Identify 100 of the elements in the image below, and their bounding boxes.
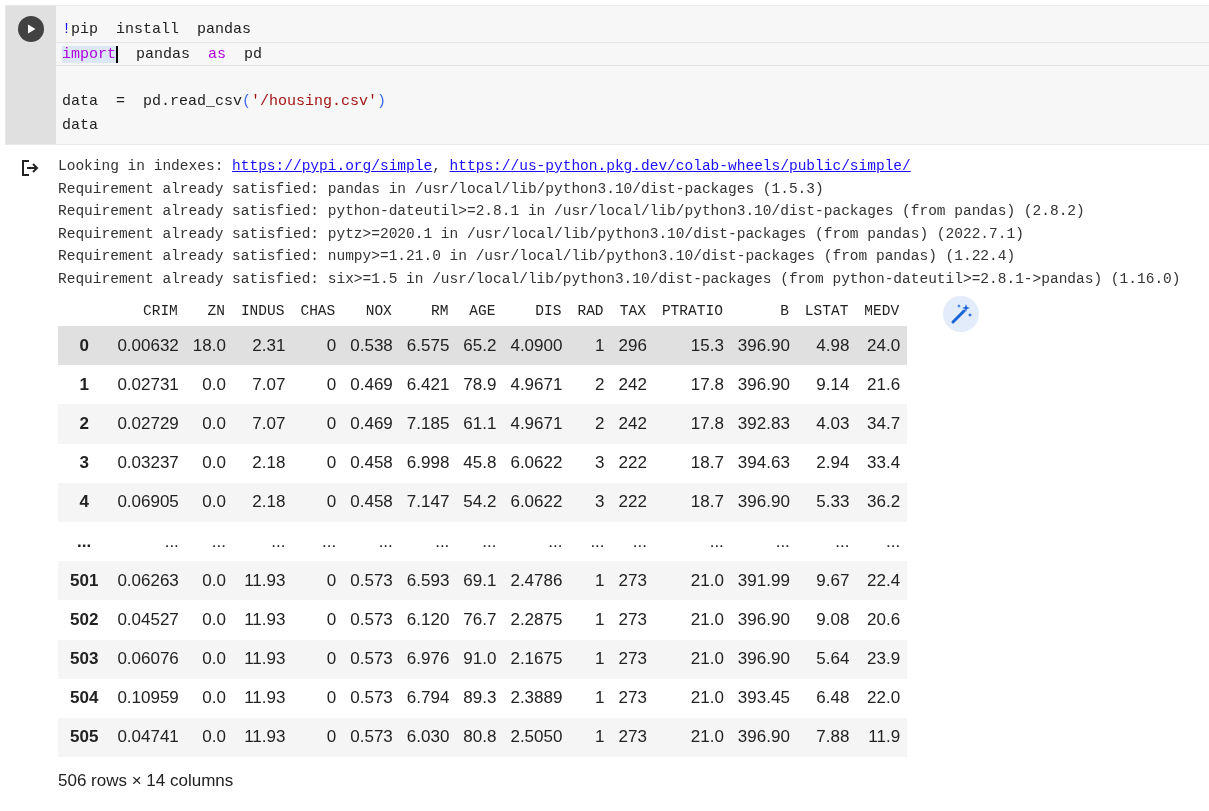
table-cell: 396.90	[730, 326, 797, 366]
column-header: RM	[399, 296, 457, 326]
table-cell: 0.573	[343, 678, 400, 718]
table-cell: 396.90	[730, 600, 797, 640]
table-cell: 0.458	[343, 443, 400, 483]
table-cell: ...	[232, 521, 293, 562]
table-cell: 2.1675	[503, 639, 570, 679]
table-cell: 391.99	[730, 561, 797, 601]
table-cell: 396.90	[730, 639, 797, 679]
table-cell: 392.83	[730, 404, 797, 444]
table-cell: 22.4	[856, 561, 908, 601]
table-cell: 22.0	[856, 678, 908, 718]
table-cell: 1	[569, 639, 612, 679]
table-cell: 0	[292, 443, 344, 483]
row-index: 1	[58, 365, 111, 405]
row-index: 503	[58, 639, 111, 679]
output-line: Requirement already satisfied: six>=1.5 in /usr/local/lib/python3.10/dist-packages (from python-dateutil>=2.8.1->pandas) (1.16.0)	[58, 269, 1181, 289]
table-cell: 6.0622	[503, 482, 570, 522]
magic-wand-button[interactable]	[943, 296, 980, 332]
table-cell: 78.9	[456, 365, 504, 405]
table-cell: 6.48	[796, 678, 857, 718]
table-cell: 7.88	[796, 717, 857, 758]
table-cell: 76.7	[456, 600, 504, 640]
column-header: DIS	[503, 296, 570, 326]
table-cell: 0.0	[185, 404, 233, 444]
table-cell: 0.06263	[110, 561, 186, 601]
row-index: ...	[58, 521, 111, 562]
table-cell: 2.3889	[503, 678, 570, 718]
column-header: TAX	[611, 296, 654, 326]
table-cell: 273	[611, 600, 654, 640]
table-cell: 0	[292, 326, 344, 366]
code-cell[interactable]: !pip install pandas import pandas as pd data = pd.read_csv('/housing.csv') data	[5, 5, 1209, 145]
table-cell: 0.0	[185, 678, 233, 718]
column-header: CHAS	[292, 296, 344, 326]
table-cell: 0	[292, 482, 344, 522]
link[interactable]: https://pypi.org/simple	[232, 158, 433, 174]
table-cell: 18.0	[185, 326, 233, 366]
table-cell: 69.1	[456, 561, 504, 601]
table-cell: 0.10959	[110, 678, 186, 718]
table-cell: 6.421	[399, 365, 457, 405]
table-cell: 222	[611, 443, 654, 483]
table-cell: 3	[569, 482, 612, 522]
table-cell: 2.94	[796, 443, 857, 483]
table-summary: 506 rows × 14 columns	[58, 771, 234, 792]
table-cell: 61.1	[456, 404, 504, 444]
table-cell: 0	[292, 678, 344, 718]
column-header: ZN	[185, 296, 233, 326]
table-cell: ...	[399, 521, 457, 562]
table-cell: 0.573	[343, 561, 400, 601]
row-index: 2	[58, 404, 111, 444]
table-cell: 21.6	[856, 365, 908, 405]
row-index: 3	[58, 443, 111, 483]
column-header: AGE	[456, 296, 504, 326]
code-line: data	[62, 117, 98, 134]
table-cell: 396.90	[730, 482, 797, 522]
column-header: PTRATIO	[653, 296, 731, 326]
table-cell: 21.0	[653, 600, 731, 640]
row-index: 4	[58, 482, 111, 522]
table-cell: 9.67	[796, 561, 857, 601]
output-line: Looking in indexes: https://pypi.org/simple, https://us-python.pkg.dev/colab-wheels/public/simple/	[58, 157, 912, 176]
table-cell: ...	[503, 521, 570, 562]
output-line: Requirement already satisfied: pandas in /usr/local/lib/python3.10/dist-packages (1.5.3)	[58, 179, 825, 199]
code-line: !pip install pandas	[62, 21, 252, 38]
table-cell: 0.0	[185, 482, 233, 522]
link[interactable]: https://us-python.pkg.dev/colab-wheels/public/simple/	[449, 158, 911, 174]
code-line: data = pd.read_csv('/housing.csv')	[62, 93, 387, 110]
table-cell: 4.0900	[503, 326, 570, 366]
table-cell: 1	[569, 600, 612, 640]
run-button[interactable]	[18, 16, 44, 42]
table-cell: 11.93	[232, 600, 293, 640]
table-cell: ...	[185, 521, 233, 562]
table-cell: 2.4786	[503, 561, 570, 601]
table-cell: 0.469	[343, 404, 400, 444]
table-cell: 4.9671	[503, 404, 570, 444]
play-icon	[25, 23, 37, 35]
column-header: NOX	[343, 296, 400, 326]
table-cell: 21.0	[653, 639, 731, 679]
table-cell: 0.04741	[110, 717, 186, 758]
table-cell: ...	[343, 521, 400, 562]
table-cell: 33.4	[856, 443, 908, 483]
table-cell: 396.90	[730, 365, 797, 405]
table-cell: 0	[292, 365, 344, 405]
table-cell: 0.573	[343, 717, 400, 758]
table-cell: 7.07	[232, 365, 293, 405]
table-cell: 7.185	[399, 404, 457, 444]
table-cell: 6.998	[399, 443, 457, 483]
table-cell: 21.0	[653, 678, 731, 718]
table-cell: 34.7	[856, 404, 908, 444]
output-icon[interactable]	[20, 158, 40, 178]
table-cell: 0.0	[185, 561, 233, 601]
table-cell: 2	[569, 365, 612, 405]
row-index: 505	[58, 717, 111, 758]
table-cell: 45.8	[456, 443, 504, 483]
table-cell: 4.9671	[503, 365, 570, 405]
magic-wand-icon	[949, 302, 974, 326]
column-header: CRIM	[110, 296, 186, 326]
table-cell: 273	[611, 717, 654, 758]
table-cell: 24.0	[856, 326, 908, 366]
table-cell: 0.0	[185, 639, 233, 679]
table-cell: 11.93	[232, 639, 293, 679]
